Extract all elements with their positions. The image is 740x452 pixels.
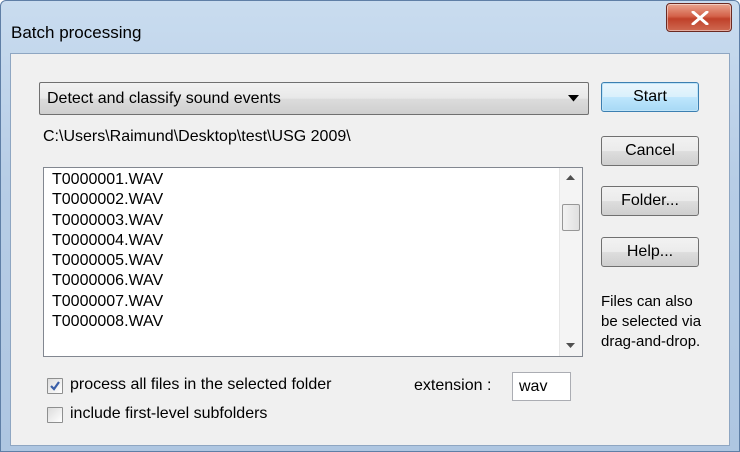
file-list-item[interactable]: T0000004.WAV	[44, 231, 558, 251]
close-x-icon	[691, 11, 709, 25]
scroll-down-button[interactable]	[560, 336, 582, 356]
checkmark-icon	[50, 381, 60, 391]
mode-select-value: Detect and classify sound events	[47, 90, 281, 107]
batch-processing-window: Batch processing Detect and classify sou…	[0, 0, 740, 452]
hint-line: be selected via	[601, 313, 702, 330]
file-list-item[interactable]: T0000003.WAV	[44, 211, 558, 231]
cancel-button[interactable]: Cancel	[601, 136, 699, 166]
start-button[interactable]: Start	[601, 82, 699, 112]
help-button[interactable]: Help...	[601, 237, 699, 267]
scroll-up-button[interactable]	[560, 168, 582, 188]
scroll-up-arrow-icon	[566, 175, 575, 180]
subfolders-checkbox[interactable]	[47, 407, 63, 423]
title-bar[interactable]: Batch processing	[1, 1, 739, 53]
folder-button[interactable]: Folder...	[601, 186, 699, 216]
process-all-checkbox[interactable]	[47, 378, 63, 394]
scroll-down-arrow-icon	[566, 343, 575, 348]
file-list-item[interactable]: T0000008.WAV	[44, 312, 558, 332]
subfolders-label[interactable]: include first-level subfolders	[70, 405, 267, 423]
file-list[interactable]: T0000001.WAV T0000002.WAV T0000003.WAV T000…	[43, 167, 583, 357]
drag-drop-hint: Files can also be selected via drag-and-…	[601, 292, 731, 352]
file-list-items: T0000001.WAV T0000002.WAV T0000003.WAV T000…	[44, 170, 558, 332]
file-list-item[interactable]: T0000006.WAV	[44, 271, 558, 291]
hint-line: drag-and-drop.	[601, 333, 701, 350]
process-all-label[interactable]: process all files in the selected folder	[70, 376, 331, 394]
file-list-scrollbar[interactable]	[559, 168, 582, 356]
extension-label: extension :	[414, 377, 492, 394]
file-list-item[interactable]: T0000005.WAV	[44, 251, 558, 271]
folder-path-label: C:\Users\Raimund\Desktop\test\USG 2009\	[43, 128, 351, 145]
mode-select[interactable]: Detect and classify sound events	[39, 82, 589, 115]
scroll-thumb[interactable]	[562, 204, 580, 231]
file-list-item[interactable]: T0000007.WAV	[44, 292, 558, 312]
window-title: Batch processing	[11, 23, 142, 42]
file-list-item[interactable]: T0000002.WAV	[44, 190, 558, 210]
close-button[interactable]	[666, 3, 732, 32]
file-list-item[interactable]: T0000001.WAV	[44, 170, 558, 190]
dropdown-arrow-icon	[568, 95, 579, 102]
extension-input[interactable]	[512, 372, 571, 401]
dialog-body: Detect and classify sound events C:\User…	[10, 53, 730, 446]
hint-line: Files can also	[601, 293, 693, 310]
